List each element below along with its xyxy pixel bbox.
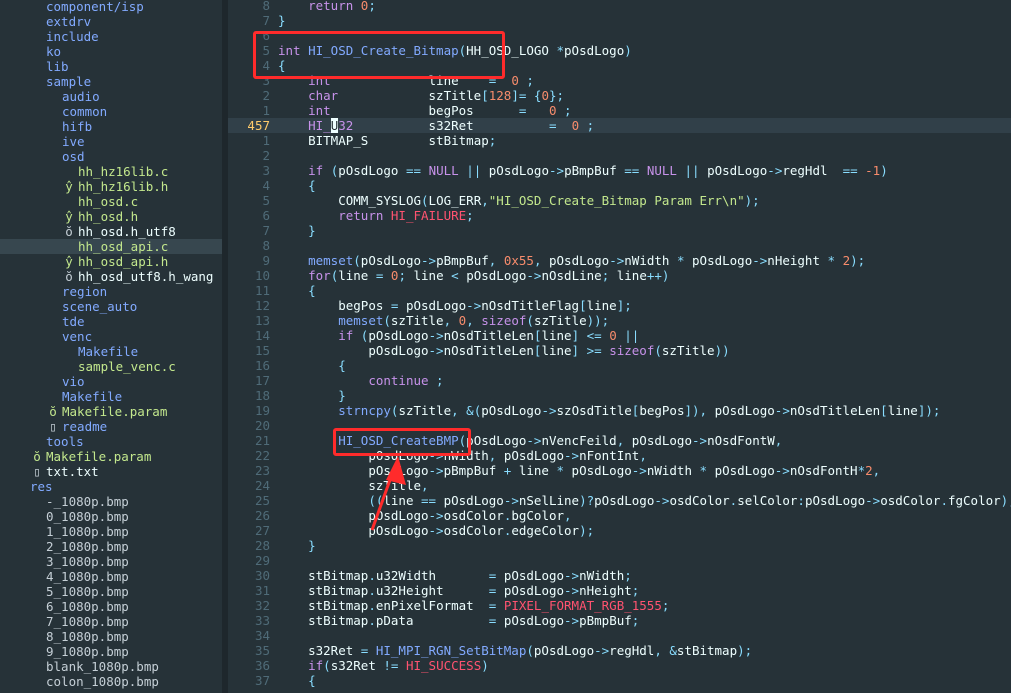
annotation-arrow <box>370 456 406 531</box>
